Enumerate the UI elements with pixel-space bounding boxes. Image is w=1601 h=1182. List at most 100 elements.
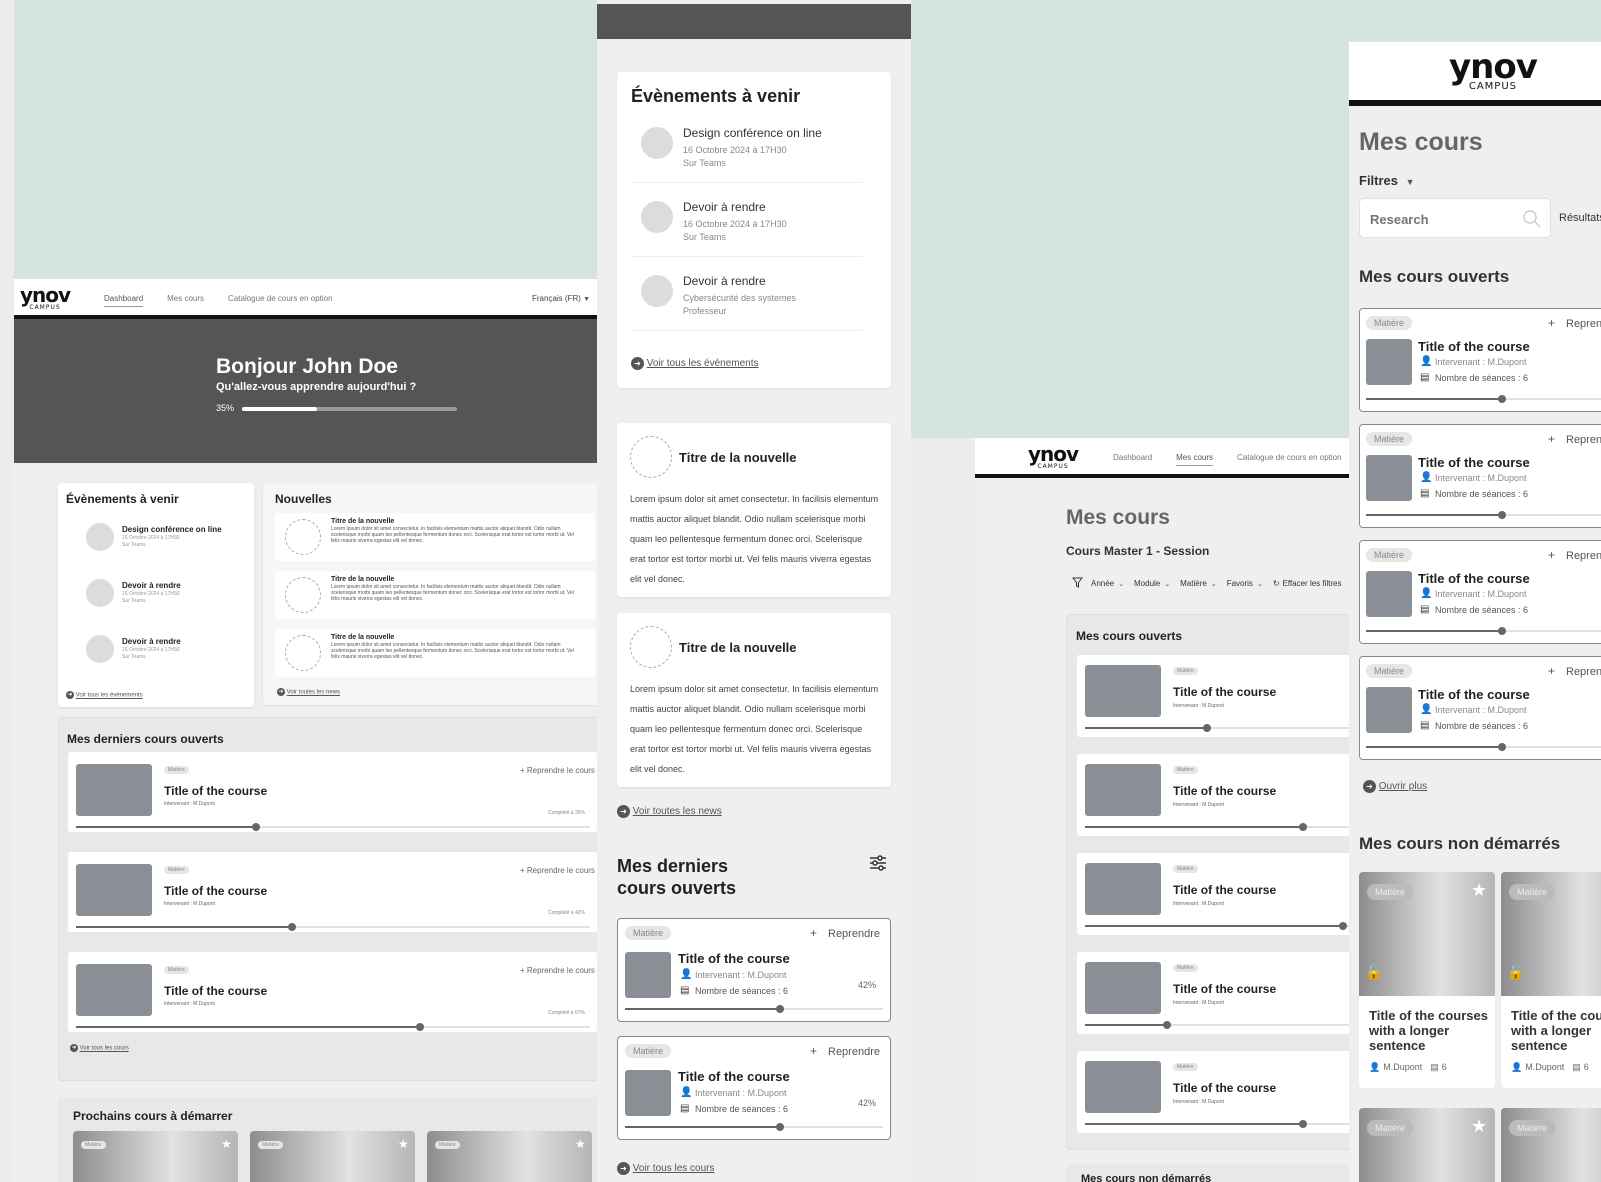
language-select[interactable]: Français (FR) ▼ [532,294,590,303]
plus-icon[interactable]: + [810,926,817,940]
s1-events-link[interactable]: Voir tous les évènements [76,693,143,699]
course-title[interactable]: Title of the course [1173,1081,1276,1095]
news-item[interactable]: Titre de la nouvelle Lorem ipsum dolor si… [275,629,595,677]
upcoming-course-card[interactable]: Matière ★ [250,1131,415,1182]
course-card[interactable]: Matière + Reprendre Title of the course 👤Int… [1359,424,1601,528]
s2-news-link-row[interactable]: ➜ Voir toutes les news [617,805,722,818]
course-row[interactable]: Matière Title of the course Intervenant : … [1077,952,1349,1034]
progress-knob[interactable] [287,923,296,931]
s4-more-link[interactable]: Ouvrir plus [1379,781,1427,792]
not-started-card[interactable]: Matière ★ [1359,1108,1495,1182]
reset-icon[interactable]: ↻ [1273,579,1280,588]
event-title[interactable]: Devoir à rendre [683,200,766,214]
resume-course-link[interactable]: + Reprendre le cours [520,866,595,875]
upcoming-course-card[interactable]: Matière ★ [73,1131,238,1182]
s2-events-link[interactable]: Voir tous les évènements [647,358,759,369]
progress-knob[interactable] [1498,395,1507,403]
course-title[interactable]: Title of the course [678,951,790,966]
course-row[interactable]: Matière Title of the course Intervenant : … [68,852,597,932]
news-card[interactable]: Titre de la nouvelle Lorem ipsum dolor si… [617,613,891,787]
course-title[interactable]: Title of the course [1173,685,1276,699]
s4-filters-toggle[interactable]: Filtres ▼ [1359,173,1415,188]
search-input[interactable] [1370,209,1510,229]
clear-filters-link[interactable]: Effacer les filtres [1283,579,1342,588]
filter-icon[interactable] [1071,577,1084,590]
filter-dropdown[interactable]: Matière ⌄ [1180,579,1217,588]
event-title[interactable]: Devoir à rendre [122,581,181,590]
s1-courses-link-row[interactable]: ➜ Voir tous les cours [70,1044,129,1052]
event-title[interactable]: Design conférence on line [683,126,822,140]
s2-news-link[interactable]: Voir toutes les news [633,806,722,817]
progress-knob[interactable] [1498,627,1507,635]
course-title[interactable]: Title of the course [1418,571,1530,586]
course-title[interactable]: Title of the course [164,784,267,798]
brand-logo[interactable]: ynov CAMPUS [1449,50,1538,92]
course-row[interactable]: Matière Title of the course Intervenant : … [1077,754,1349,836]
course-title[interactable]: Title of the course [1173,784,1276,798]
progress-knob[interactable] [251,823,260,831]
resume-button[interactable]: Reprendre [1566,550,1601,562]
plus-icon[interactable]: + [1548,548,1555,562]
s1-courses-link[interactable]: Voir tous les cours [80,1046,129,1052]
course-title[interactable]: Title of the course [1173,982,1276,996]
not-started-card[interactable]: Matière 🔓 Title of the courses with a long… [1501,872,1601,1088]
filter-settings-icon[interactable] [869,854,887,872]
course-title[interactable]: Title of the course [1418,687,1530,702]
nav-mes-cours[interactable]: Mes cours [1176,453,1214,466]
course-row[interactable]: Matière Title of the course Intervenant : … [68,952,597,1032]
course-title[interactable]: Title of the course [1418,455,1530,470]
news-item[interactable]: Titre de la nouvelle Lorem ipsum dolor si… [275,513,595,561]
progress-knob[interactable] [1498,511,1507,519]
progress-knob[interactable] [775,1123,784,1131]
plus-icon[interactable]: + [1548,316,1555,330]
plus-icon[interactable]: + [1548,664,1555,678]
nav-dashboard[interactable]: Dashboard [104,294,144,307]
course-card[interactable]: Matière + Reprendre Title of the course 👤Int… [1359,656,1601,760]
filter-dropdown[interactable]: Module ⌄ [1134,579,1170,588]
event-title[interactable]: Design conférence on line [122,525,222,534]
star-icon[interactable]: ★ [1471,880,1487,901]
course-card[interactable]: Matière + Reprendre Title of the course 👤Int… [1359,308,1601,412]
course-row[interactable]: Matière Title of the course Intervenant : … [1077,655,1349,737]
filter-dropdown[interactable]: Année ⌄ [1091,579,1124,588]
not-started-card[interactable]: Matière ★ 🔓 Title of the courses with a lon… [1359,872,1495,1088]
s1-events-link-row[interactable]: ➜ Voir tous les évènements [66,691,143,699]
s2-courses-link[interactable]: Voir tous les cours [633,1163,715,1174]
progress-knob[interactable] [1339,922,1348,930]
course-title[interactable]: Title of the course [1418,339,1530,354]
nav-catalogue[interactable]: Catalogue de cours en option [228,294,333,307]
course-row[interactable]: Matière Title of the course Intervenant : … [1077,853,1349,935]
plus-icon[interactable]: + [810,1044,817,1058]
course-title[interactable]: Title of the course [678,1069,790,1084]
progress-knob[interactable] [1498,743,1507,751]
course-card[interactable]: Matière + Reprendre Title of the course 👤Int… [617,1036,891,1140]
course-card[interactable]: Matière + Reprendre Title of the course 👤Int… [1359,540,1601,644]
event-title[interactable]: Devoir à rendre [683,274,766,288]
progress-knob[interactable] [1298,823,1307,831]
progress-knob[interactable] [1162,1021,1171,1029]
star-icon[interactable]: ★ [398,1137,409,1151]
resume-button[interactable]: Reprendre [1566,666,1601,678]
star-icon[interactable]: ★ [1471,1116,1487,1137]
course-row[interactable]: Matière Title of the course Intervenant : … [68,752,597,832]
course-title[interactable]: Title of the course [164,984,267,998]
brand-logo[interactable]: ynov CAMPUS [20,285,71,311]
resume-button[interactable]: Reprendre [1566,318,1601,330]
s1-news-link-row[interactable]: ➜ Voir toutes les news [277,688,340,696]
s2-events-link-row[interactable]: ➜ Voir tous les évènements [631,357,759,370]
search-icon[interactable] [1522,209,1542,234]
s4-more-row[interactable]: ➜ Ouvrir plus [1363,780,1427,793]
resume-button[interactable]: Reprendre [1566,434,1601,446]
resume-button[interactable]: Reprendre [828,928,880,940]
resume-course-link[interactable]: + Reprendre le cours [520,766,595,775]
news-item[interactable]: Titre de la nouvelle Lorem ipsum dolor si… [275,571,595,619]
news-card[interactable]: Titre de la nouvelle Lorem ipsum dolor si… [617,423,891,597]
nav-mes-cours[interactable]: Mes cours [167,294,204,307]
s2-courses-link-row[interactable]: ➜ Voir tous les cours [617,1162,715,1175]
course-title[interactable]: Title of the course [1173,883,1276,897]
resume-course-link[interactable]: + Reprendre le cours [520,966,595,975]
upcoming-course-card[interactable]: Matière ★ [427,1131,592,1182]
course-title[interactable]: Title of the course [164,884,267,898]
plus-icon[interactable]: + [1548,432,1555,446]
nav-dashboard[interactable]: Dashboard [1113,453,1152,466]
